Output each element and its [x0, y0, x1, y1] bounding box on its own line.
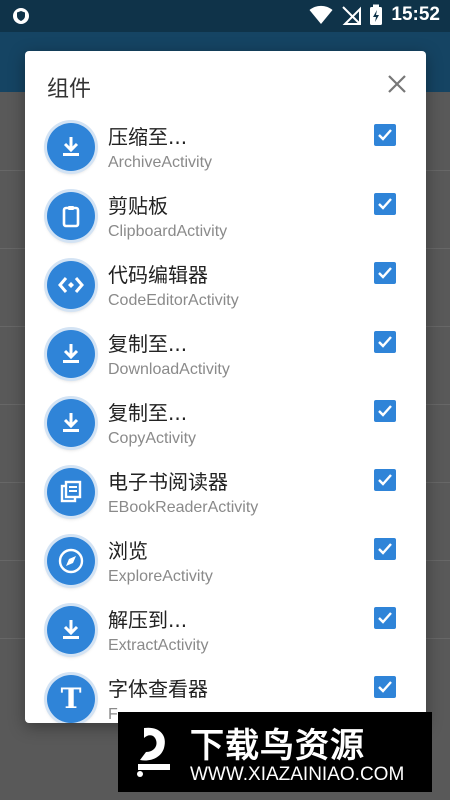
list-item[interactable]: 剪贴板 ClipboardActivity [25, 190, 426, 259]
download-icon [47, 123, 95, 171]
item-title: 复制至... [108, 401, 188, 425]
item-title: 压缩至... [108, 125, 188, 149]
list-item[interactable]: 复制至... DownloadActivity [25, 328, 426, 397]
status-bar: 15:52 [0, 0, 450, 32]
item-checkbox[interactable] [374, 676, 396, 698]
item-subtitle: CopyActivity [108, 430, 197, 447]
watermark: 下载鸟资源 WWW.XIAZAINIAO.COM [118, 712, 432, 792]
watermark-title: 下载鸟资源 [190, 726, 365, 766]
bird-logo-icon [130, 722, 178, 778]
item-checkbox[interactable] [374, 124, 396, 146]
item-title: 字体查看器 [108, 677, 208, 701]
list-item[interactable]: 压缩至... ArchiveActivity [25, 121, 426, 190]
download-icon [47, 399, 95, 447]
close-icon[interactable] [386, 73, 408, 95]
item-checkbox[interactable] [374, 469, 396, 491]
shield-icon [13, 8, 29, 24]
list-item[interactable]: 解压到... ExtractActivity [25, 604, 426, 673]
list-item[interactable]: 浏览 ExploreActivity [25, 535, 426, 604]
clipboard-icon [47, 192, 95, 240]
code-icon [47, 261, 95, 309]
wifi-icon [309, 5, 333, 24]
item-subtitle: EBookReaderActivity [108, 499, 259, 516]
item-checkbox[interactable] [374, 262, 396, 284]
item-subtitle: F [108, 706, 118, 723]
status-time: 15:52 [391, 4, 440, 25]
item-subtitle: ExtractActivity [108, 637, 209, 654]
list-item[interactable]: 代码编辑器 CodeEditorActivity [25, 259, 426, 328]
item-checkbox[interactable] [374, 607, 396, 629]
item-checkbox[interactable] [374, 331, 396, 353]
no-sim-icon [342, 6, 362, 25]
component-list: 压缩至... ArchiveActivity 剪贴板 ClipboardActi… [25, 121, 426, 723]
download-icon [47, 606, 95, 654]
watermark-url: WWW.XIAZAINIAO.COM [190, 764, 405, 785]
item-subtitle: ExploreActivity [108, 568, 213, 585]
font-icon: T [47, 675, 95, 723]
item-title: 复制至... [108, 332, 188, 356]
list-item[interactable]: 复制至... CopyActivity [25, 397, 426, 466]
item-subtitle: DownloadActivity [108, 361, 230, 378]
item-subtitle: CodeEditorActivity [108, 292, 239, 309]
item-title: 剪贴板 [108, 194, 168, 218]
list-item[interactable]: 电子书阅读器 EBookReaderActivity [25, 466, 426, 535]
item-subtitle: ArchiveActivity [108, 154, 213, 171]
compass-icon [47, 537, 95, 585]
item-checkbox[interactable] [374, 400, 396, 422]
item-title: 浏览 [108, 539, 148, 563]
battery-charging-icon [370, 4, 383, 25]
item-title: 电子书阅读器 [108, 470, 228, 494]
download-icon [47, 330, 95, 378]
item-title: 代码编辑器 [108, 263, 208, 287]
dialog-title: 组件 [47, 77, 92, 102]
item-title: 解压到... [108, 608, 188, 632]
components-dialog: 组件 压缩至... ArchiveActivity 剪贴板 ClipboardA… [25, 51, 426, 723]
ebook-icon [47, 468, 95, 516]
item-checkbox[interactable] [374, 193, 396, 215]
item-checkbox[interactable] [374, 538, 396, 560]
item-subtitle: ClipboardActivity [108, 223, 228, 240]
